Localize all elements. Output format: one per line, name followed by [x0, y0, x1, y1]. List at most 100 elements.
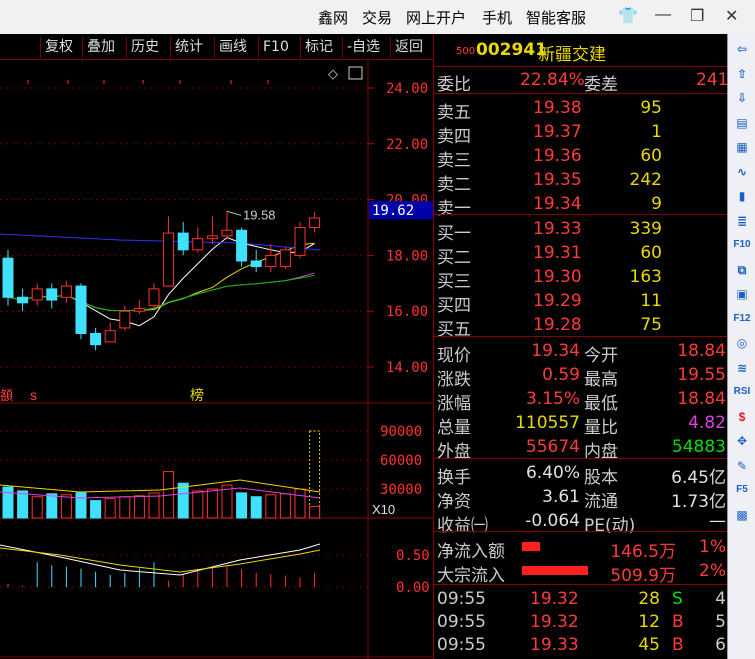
candle-body — [309, 217, 321, 229]
menu-support[interactable]: 智能客服 — [526, 7, 586, 28]
volume-bar — [265, 494, 277, 519]
stat-value: 3.15% — [525, 389, 580, 409]
price-tick-label: 16.00 — [386, 304, 428, 320]
restore-button[interactable]: ❐ — [690, 6, 704, 26]
wave-icon[interactable]: ≋ — [732, 359, 752, 377]
list-icon[interactable]: ≣ — [732, 212, 752, 230]
right-tool-sidebar: ⇦ ⇧ ⇩ ▤ ▦ ∿ ▮ ≣ F10 ⧉ ▣ F12 ◎ ≋ RSI $ ✥ ✎ F5 ▩ — [727, 34, 755, 659]
btn-watchlist[interactable]: -自选 — [342, 37, 388, 58]
stat-value: 6.40% — [525, 463, 580, 483]
rsi-icon[interactable]: RSI — [732, 383, 752, 401]
kline-chart[interactable]: 19.58 24.0022.0020.0018.0016.0014.0019.6… — [0, 60, 433, 659]
tick-count: 5 — [715, 612, 726, 632]
volume-unit-label: X10 — [372, 502, 395, 517]
tick-side: B — [672, 635, 684, 655]
stat-value: 110557 — [515, 413, 580, 433]
max-annotation-label: 19.58 — [243, 207, 276, 222]
volume-bar — [309, 505, 321, 519]
arrow-up-icon[interactable]: ⇧ — [732, 65, 752, 83]
ask-price: 19.35 — [533, 170, 582, 190]
volume-bar — [17, 490, 29, 519]
stat-value: 19.34 — [531, 341, 580, 361]
candle-body — [177, 232, 189, 251]
current-price-label: 19.62 — [372, 203, 414, 219]
volume-bar — [46, 493, 58, 519]
volume-bar-forecast — [309, 430, 321, 519]
tick-price: 19.32 — [530, 589, 579, 609]
weicha-value: 241 — [696, 70, 729, 90]
dif-line — [0, 543, 321, 576]
title-bar: 鑫网 交易 网上开户 手机 智能客服 👕 — ❐ ✕ — [0, 0, 755, 34]
bid-row: 买三 19.30 163 — [434, 265, 728, 292]
tick-price: 19.32 — [530, 612, 579, 632]
ma120-line — [0, 233, 321, 251]
candle-body — [221, 229, 233, 237]
volume-bar — [60, 494, 72, 519]
menu-mobile[interactable]: 手机 — [482, 7, 512, 28]
menu-xinwang[interactable]: 鑫网 — [318, 7, 348, 28]
ask-price: 19.37 — [533, 122, 582, 142]
circle-icon[interactable]: ◎ — [732, 334, 752, 352]
bid-price: 19.29 — [533, 291, 582, 311]
kline-icon[interactable]: ▮ — [732, 187, 752, 205]
stat-row: 外盘 55674 内盘 54883 — [434, 435, 728, 462]
candle-body — [90, 333, 102, 346]
btn-mark[interactable]: 标记 — [300, 37, 340, 58]
stat-row: 涨跌 0.59 最高 19.55 — [434, 363, 728, 390]
ask-volume: 60 — [640, 146, 662, 166]
stock-header: 500 002941 新疆交建 — [434, 38, 728, 65]
marker-s: s — [30, 387, 37, 403]
ask-label: 卖一 — [437, 199, 471, 219]
stat-row: 总量 110557 量比 4.82 — [434, 411, 728, 438]
stat-value: 55674 — [525, 437, 580, 457]
btn-fuquan[interactable]: 复权 — [40, 37, 78, 58]
book-icon[interactable]: ▤ — [732, 114, 752, 132]
ask-row: 卖四 19.37 1 — [434, 120, 728, 147]
tick-count: 4 — [715, 589, 726, 609]
back-icon[interactable]: ⇦ — [732, 40, 752, 58]
btn-overlay[interactable]: 叠加 — [82, 37, 120, 58]
flow-pct: 1% — [699, 537, 726, 557]
btn-history[interactable]: 历史 — [126, 37, 164, 58]
bid-volume: 11 — [640, 291, 662, 311]
candle-body — [46, 288, 58, 301]
chart-grid — [0, 60, 433, 659]
menu-open-account[interactable]: 网上开户 — [406, 7, 466, 28]
candle-body — [133, 307, 145, 312]
candle-body — [192, 238, 204, 251]
window-icon[interactable]: ▣ — [732, 285, 752, 303]
dollar-icon[interactable]: $ — [732, 408, 752, 426]
stock-name[interactable]: 新疆交建 — [538, 40, 606, 65]
trend-chart-icon[interactable]: ∿ — [732, 163, 752, 181]
f5-icon[interactable]: F5 — [732, 481, 752, 499]
move-icon[interactable]: ✥ — [732, 432, 752, 450]
menu-trade[interactable]: 交易 — [362, 7, 392, 28]
table-icon[interactable]: ▩ — [732, 506, 752, 524]
close-button[interactable]: ✕ — [725, 6, 738, 26]
ma5-line — [7, 236, 315, 327]
btn-back[interactable]: 返回 — [390, 37, 432, 58]
ask-price: 19.36 — [533, 146, 582, 166]
volume-bar — [206, 488, 218, 519]
tick-row: 09:55 19.32 12 B 5 — [434, 610, 728, 634]
copy-icon[interactable]: ⧉ — [732, 261, 752, 279]
grid-icon[interactable]: ▦ — [732, 138, 752, 156]
btn-stats[interactable]: 统计 — [170, 37, 208, 58]
dea-line — [0, 547, 321, 573]
btn-draw[interactable]: 画线 — [214, 37, 252, 58]
arrow-down-icon[interactable]: ⇩ — [732, 89, 752, 107]
bid-volume: 339 — [629, 219, 662, 239]
weibi-value: 22.84% — [520, 70, 585, 90]
minimize-button[interactable]: — — [655, 6, 671, 24]
ask-volume: 95 — [640, 98, 662, 118]
f12-icon[interactable]: F12 — [732, 310, 752, 328]
f10-icon[interactable]: F10 — [732, 236, 752, 254]
shirt-icon[interactable]: 👕 — [618, 6, 638, 26]
price-tick-label: 24.00 — [386, 81, 428, 97]
candle-body — [2, 257, 14, 298]
candle-body — [119, 310, 131, 329]
pencil-icon[interactable]: ✎ — [732, 457, 752, 475]
btn-f10[interactable]: F10 — [258, 37, 298, 58]
bid-price: 19.30 — [533, 267, 582, 287]
tick-row: 09:55 19.32 28 S 4 — [434, 587, 728, 611]
